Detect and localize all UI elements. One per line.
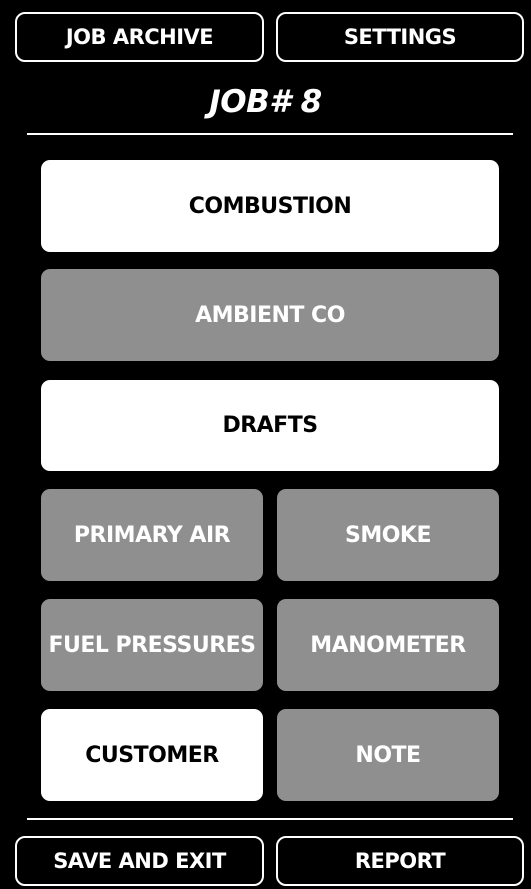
ambient-co-button[interactable]: AMBIENT CO <box>41 269 499 361</box>
note-button[interactable]: NOTE <box>277 709 499 801</box>
top-divider <box>27 133 513 135</box>
bottom-divider <box>27 818 513 820</box>
primary-air-button[interactable]: PRIMARY AIR <box>41 489 263 581</box>
job-title: JOB# 8 <box>209 84 322 120</box>
combustion-button[interactable]: COMBUSTION <box>41 160 499 252</box>
fuel-pressures-button[interactable]: FUEL PRESSURES <box>41 599 263 691</box>
settings-button[interactable]: SETTINGS <box>276 12 524 62</box>
report-button[interactable]: REPORT <box>276 836 524 886</box>
drafts-button[interactable]: DRAFTS <box>41 380 499 471</box>
manometer-button[interactable]: MANOMETER <box>277 599 499 691</box>
customer-button[interactable]: CUSTOMER <box>41 709 263 801</box>
smoke-button[interactable]: SMOKE <box>277 489 499 581</box>
job-archive-button[interactable]: JOB ARCHIVE <box>15 12 264 62</box>
save-and-exit-button[interactable]: SAVE AND EXIT <box>15 836 264 886</box>
